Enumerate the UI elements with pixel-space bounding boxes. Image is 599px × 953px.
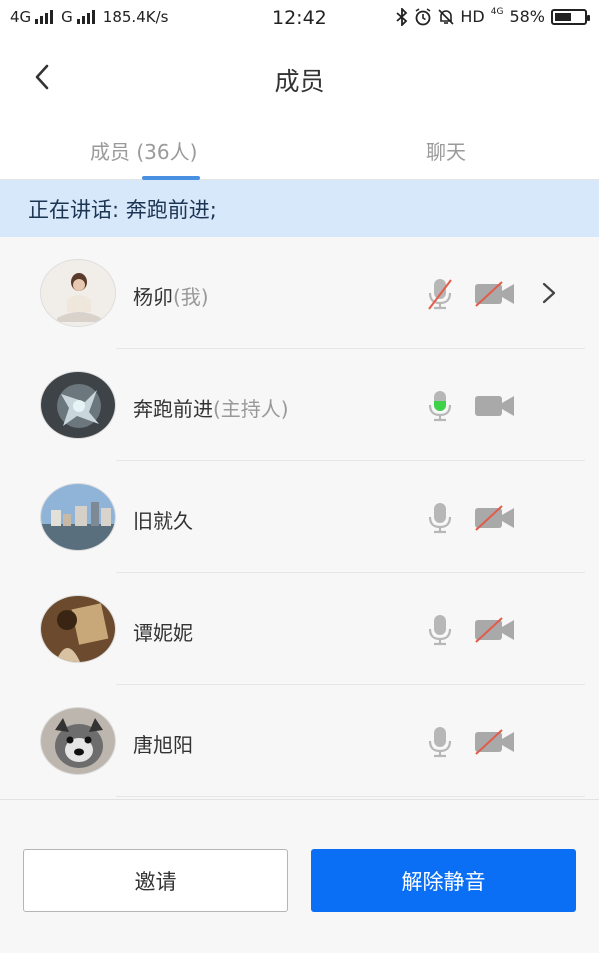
- member-name: 旧就久: [133, 505, 193, 534]
- member-name: 奔跑前进(主持人): [133, 393, 289, 422]
- tab-chat[interactable]: 聊天: [426, 136, 466, 165]
- avatar: [40, 707, 116, 775]
- invite-button[interactable]: 邀请: [23, 849, 288, 912]
- battery-icon: [551, 8, 590, 25]
- member-name-text: 奔跑前进: [133, 397, 213, 421]
- avatar: [40, 595, 116, 663]
- avatar: [40, 483, 116, 551]
- member-name: 杨卯(我): [133, 281, 209, 310]
- page-title: 成员: [274, 67, 325, 96]
- signal-icon-2: [76, 10, 95, 24]
- hd-badge: HD: [460, 7, 485, 26]
- member-role: (我): [173, 285, 209, 309]
- status-time: 12:42: [272, 7, 327, 29]
- member-row[interactable]: 旧就久: [0, 461, 599, 573]
- video-camera-icon[interactable]: [474, 393, 516, 419]
- status-left: 4G G 185.4K/s: [10, 8, 168, 26]
- avatar: [40, 371, 116, 439]
- member-name-text: 谭妮妮: [133, 621, 193, 645]
- chevron-right-icon[interactable]: [540, 281, 558, 305]
- mute-bell-icon: [438, 8, 454, 25]
- speaking-banner: 正在讲话: 奔跑前进;: [0, 180, 599, 237]
- avatar: [40, 259, 116, 327]
- alarm-icon: [415, 7, 431, 25]
- member-row[interactable]: 杨卯(我): [0, 237, 599, 349]
- tab-members[interactable]: 成员 (36人): [90, 136, 197, 165]
- member-name: 谭妮妮: [133, 617, 193, 646]
- net-badge: 4G: [490, 7, 504, 17]
- member-row[interactable]: 奔跑前进(主持人): [0, 349, 599, 461]
- microphone-icon[interactable]: [428, 613, 452, 647]
- microphone-icon[interactable]: [428, 725, 452, 759]
- bluetooth-icon: [396, 7, 408, 26]
- status-right: HD 4G 58%: [396, 7, 590, 26]
- microphone-muted-icon[interactable]: [428, 277, 452, 311]
- footer-action-bar: 邀请 解除静音: [0, 799, 599, 953]
- microphone-icon[interactable]: [428, 501, 452, 535]
- unmute-all-button[interactable]: 解除静音: [311, 849, 576, 912]
- signal-icon: [35, 10, 54, 24]
- member-name-text: 唐旭阳: [133, 733, 193, 757]
- video-camera-off-icon[interactable]: [474, 617, 516, 643]
- battery-fill: [555, 12, 572, 21]
- member-role: (主持人): [213, 397, 289, 421]
- navigation-bar: 成员: [0, 38, 599, 118]
- microphone-speaking-icon[interactable]: [428, 389, 452, 423]
- member-name-text: 杨卯: [133, 285, 173, 309]
- network-speed: 185.4K/s: [102, 8, 169, 26]
- video-camera-off-icon[interactable]: [474, 505, 516, 531]
- network-type-2: G: [61, 8, 73, 26]
- video-camera-off-icon[interactable]: [474, 281, 516, 307]
- member-row[interactable]: 唐旭阳: [0, 685, 599, 797]
- status-bar: 4G G 185.4K/s 12:42 HD 4G 58%: [0, 0, 599, 38]
- member-name-text: 旧就久: [133, 509, 193, 533]
- battery-percent: 58%: [509, 7, 545, 26]
- network-type-1: 4G: [10, 8, 32, 26]
- tab-bar: 成员 (36人) 聊天: [0, 118, 599, 180]
- member-row[interactable]: 谭妮妮: [0, 573, 599, 685]
- member-list: 杨卯(我) 奔跑前进(主持人) 旧就久 谭妮妮 唐旭阳: [0, 237, 599, 799]
- video-camera-off-icon[interactable]: [474, 729, 516, 755]
- member-name: 唐旭阳: [133, 729, 193, 758]
